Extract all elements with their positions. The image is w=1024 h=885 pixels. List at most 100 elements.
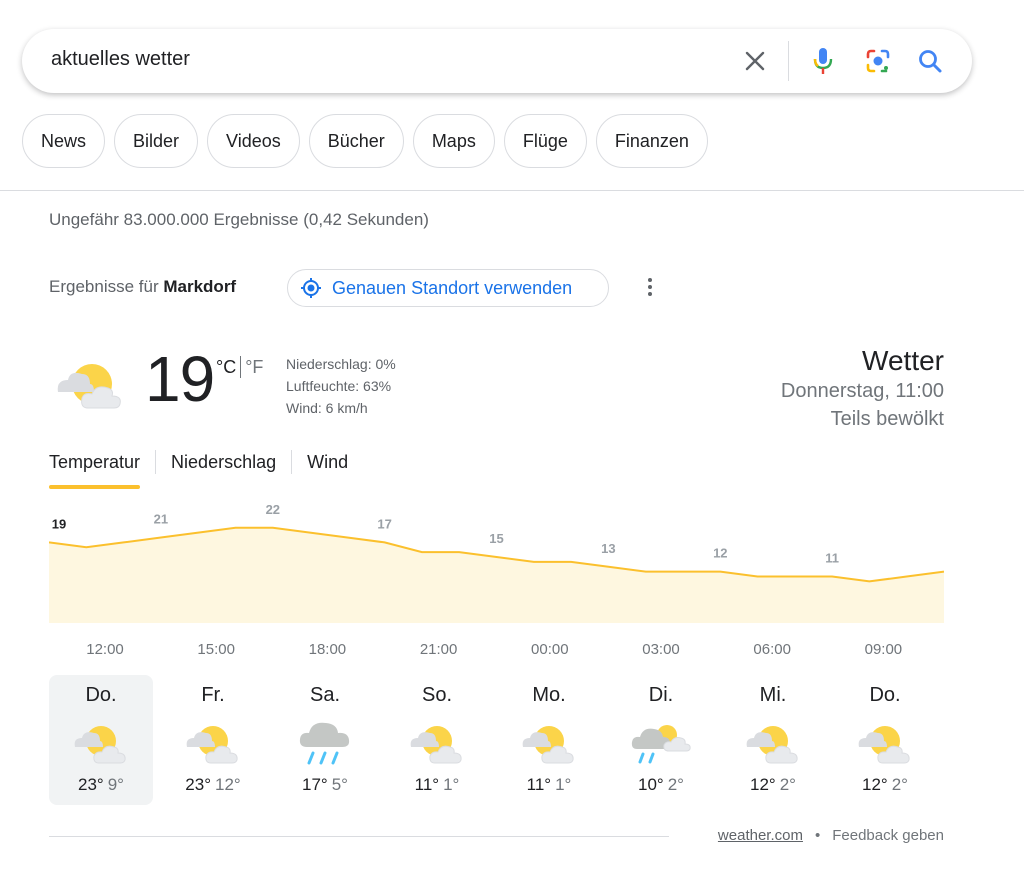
chip-videos[interactable]: Videos (207, 114, 300, 168)
forecast-day[interactable]: Fr. 23° 12° (161, 675, 265, 805)
location-target-icon (300, 277, 322, 299)
partly-cloudy-icon (49, 713, 153, 771)
forecast-day-name: Fr. (201, 684, 225, 706)
chart-value-label: 11 (825, 551, 839, 566)
forecast-high: 12° (862, 775, 888, 794)
search-input[interactable]: aktuelles wetter (51, 48, 190, 71)
chart-tick-label: 18:00 (308, 641, 347, 658)
chip-news[interactable]: News (22, 114, 106, 168)
chip-maps[interactable]: Maps (412, 114, 495, 168)
weather-header: Wetter Donnerstag, 11:00 Teils bewölkt (781, 345, 944, 433)
result-stats: Ungefähr 83.000.000 Ergebnisse (0,42 Sek… (49, 210, 429, 229)
chart-tick-label: 15:00 (197, 641, 235, 658)
forecast-low: 9° (107, 775, 124, 794)
forecast-temps: 12° 2° (833, 775, 937, 795)
forecast-low: 2° (779, 775, 796, 794)
tab-wind[interactable]: Wind (307, 450, 348, 489)
unit-celsius[interactable]: °C (216, 357, 236, 378)
forecast-day-name: Sa. (309, 684, 341, 706)
forecast-day[interactable]: Mo. 11° 1° (497, 675, 601, 805)
current-temperature: 19 (145, 343, 215, 415)
forecast-day-name: Do. (85, 684, 117, 706)
tab-temperatur[interactable]: Temperatur (49, 450, 141, 489)
forecast-temps: 23° 12° (161, 775, 265, 795)
footer-separator: • (814, 827, 821, 844)
forecast-high: 23° (78, 775, 104, 794)
tab-niederschlag[interactable]: Niederschlag (171, 450, 276, 489)
more-options-icon[interactable] (640, 275, 660, 299)
chart-tick-label: 03:00 (642, 641, 680, 658)
search-bar[interactable]: aktuelles wetter (22, 29, 972, 93)
chart-value-label: 22 (266, 505, 280, 517)
chart-tick-label: 21:00 (419, 641, 458, 658)
header-divider (0, 190, 1024, 191)
forecast-day-name: Mi. (759, 684, 787, 706)
chip-finanzen[interactable]: Finanzen (595, 114, 708, 168)
forecast-low: 5° (331, 775, 348, 794)
forecast-temps: 10° 2° (609, 775, 713, 795)
forecast-day[interactable]: Mi. 12° 2° (721, 675, 825, 805)
microphone-icon[interactable] (807, 45, 839, 77)
use-location-button[interactable]: Genauen Standort verwenden (287, 269, 609, 307)
partly-cloudy-icon (161, 713, 265, 771)
weather-details: Niederschlag: 0% Luftfeuchte: 63% Wind: … (286, 353, 396, 419)
chart-time-axis: 12:00 15:00 18:00 21:00 00:00 03:00 06:00 09:00 (49, 641, 944, 661)
weather-footer: weather.com • Feedback geben (718, 827, 944, 844)
weather-datetime: Donnerstag, 11:00 (780, 380, 944, 402)
weather-condition: Teils bewölkt (830, 408, 944, 430)
chart-tick-label: 12:00 (86, 641, 124, 658)
forecast-low: 12° (215, 775, 241, 794)
chart-tick-label: 09:00 (864, 641, 903, 658)
chart-value-label: 12 (713, 546, 727, 561)
chart-value-label: 19 (52, 516, 66, 531)
forecast-temps: 11° 1° (497, 775, 601, 795)
forecast-high: 10° (638, 775, 664, 794)
forecast-low: 2° (667, 775, 684, 794)
unit-fahrenheit[interactable]: °F (245, 357, 263, 378)
forecast-temps: 17° 5° (273, 775, 377, 795)
chart-tick-label: 06:00 (753, 641, 791, 658)
humidity-text: Luftfeuchte: 63% (286, 378, 392, 394)
partly-cloudy-icon (385, 713, 489, 771)
feedback-link[interactable]: Feedback geben (832, 827, 944, 844)
chip-bilder[interactable]: Bilder (114, 114, 199, 168)
forecast-high: 11° (526, 775, 552, 794)
weather-title: Wetter (862, 345, 944, 376)
forecast-day[interactable]: Di. 10° 2° (609, 675, 713, 805)
wind-text: Wind: 6 km/h (286, 400, 368, 416)
chip-fluege[interactable]: Flüge (503, 114, 587, 168)
forecast-temps: 12° 2° (721, 775, 825, 795)
camera-lens-icon[interactable] (862, 45, 894, 77)
unit-switch: °C °F (216, 356, 263, 378)
footer-divider (49, 836, 669, 837)
partly-cloudy-icon (721, 713, 825, 771)
forecast-day-name: Di. (648, 684, 674, 706)
temperature-chart: 19 21 22 17 15 13 12 11 (49, 505, 944, 623)
chip-buecher[interactable]: Bücher (308, 114, 404, 168)
showers-icon (609, 713, 713, 771)
forecast-day[interactable]: Do. 23° 9° (49, 675, 153, 805)
location-label: Ergebnisse für Markdorf (49, 277, 236, 297)
search-divider (788, 41, 789, 81)
forecast-day-name: Mo. (532, 684, 566, 706)
partly-cloudy-icon (50, 352, 130, 417)
forecast-day[interactable]: So. 11° 1° (385, 675, 489, 805)
source-link[interactable]: weather.com (718, 827, 803, 844)
partly-cloudy-icon (833, 713, 937, 771)
forecast-day[interactable]: Sa. 17° 5° (273, 675, 377, 805)
partly-cloudy-icon (497, 713, 601, 771)
forecast-high: 17° (302, 775, 328, 794)
forecast-high: 12° (750, 775, 776, 794)
chart-value-label: 17 (377, 516, 391, 531)
precipitation-text: Niederschlag: 0% (286, 356, 396, 372)
chart-value-label: 21 (154, 512, 168, 527)
clear-icon[interactable] (739, 45, 771, 77)
forecast-temps: 11° 1° (385, 775, 489, 795)
weather-tabs: Temperatur Niederschlag Wind (49, 450, 348, 489)
use-location-label: Genauen Standort verwenden (332, 277, 573, 298)
forecast-day[interactable]: Do. 12° 2° (833, 675, 937, 805)
chart-value-label: 15 (489, 531, 503, 546)
location-place: Markdorf (163, 277, 237, 296)
forecast-low: 1° (443, 775, 460, 794)
search-icon[interactable] (914, 45, 946, 77)
